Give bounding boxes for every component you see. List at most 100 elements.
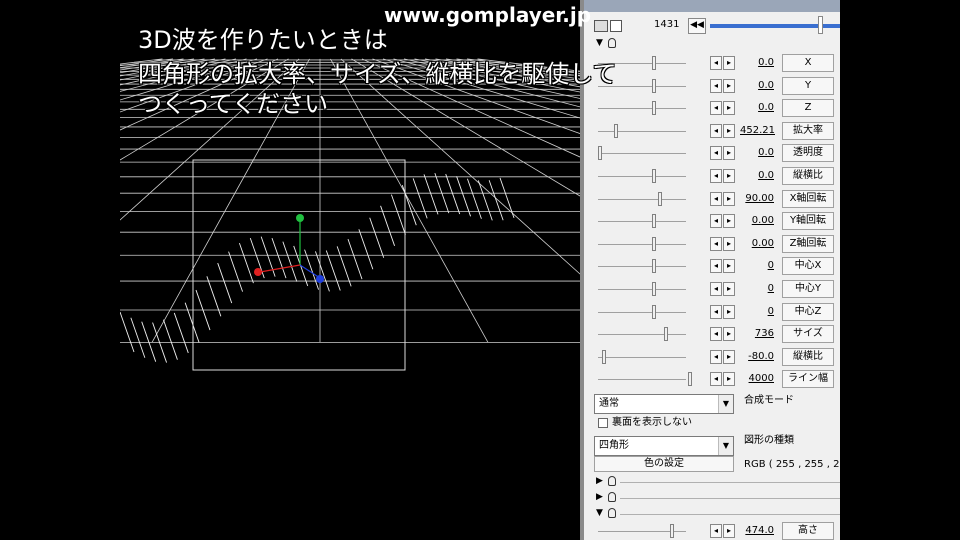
- slider-track[interactable]: [598, 379, 686, 381]
- slider-track[interactable]: [598, 356, 686, 358]
- arrow-left-icon[interactable]: ◂: [710, 56, 722, 70]
- param-value[interactable]: 452.21: [740, 124, 775, 138]
- expand-arrow-icon[interactable]: ▶: [596, 492, 603, 502]
- arrow-right-icon[interactable]: ▸: [723, 146, 735, 161]
- stepper-arrows[interactable]: ◂ ▸: [710, 236, 736, 251]
- arrow-left-icon[interactable]: ◂: [710, 372, 722, 387]
- slider-track[interactable]: [598, 176, 686, 177]
- collapse-arrow-icon[interactable]: ▼: [596, 508, 603, 518]
- arrow-left-icon[interactable]: ◂: [710, 282, 722, 296]
- param-value[interactable]: 0.0: [740, 79, 774, 93]
- slider-thumb[interactable]: [652, 56, 656, 70]
- param-label-button[interactable]: 中心X: [782, 257, 834, 276]
- param-label-button[interactable]: Y: [782, 76, 834, 95]
- param-label-button[interactable]: Z軸回転: [782, 234, 834, 253]
- backface-checkbox[interactable]: [598, 418, 608, 428]
- param-label-button[interactable]: ライン幅: [782, 370, 834, 389]
- param-label-button[interactable]: Y軸回転: [782, 212, 834, 231]
- gizmo-handle[interactable]: [296, 214, 304, 222]
- slider-track[interactable]: [598, 266, 686, 268]
- param-value[interactable]: 474.0: [740, 524, 774, 538]
- param-label-button[interactable]: 透明度: [782, 144, 834, 163]
- slider-thumb[interactable]: [602, 349, 606, 364]
- expand-arrow-icon[interactable]: ▶: [596, 476, 603, 486]
- slider-thumb[interactable]: [652, 282, 656, 296]
- slider-thumb[interactable]: [670, 524, 674, 538]
- slider-thumb[interactable]: [652, 259, 656, 274]
- stepper-arrows[interactable]: ◂ ▸: [710, 123, 736, 138]
- param-value[interactable]: 90.00: [740, 192, 774, 206]
- slider-track[interactable]: [598, 108, 686, 110]
- stepper-arrows[interactable]: ◂ ▸: [710, 146, 736, 161]
- stepper-arrows[interactable]: ◂ ▸: [710, 56, 736, 70]
- toggle-checkbox[interactable]: [610, 20, 622, 32]
- stepper-arrows[interactable]: ◂ ▸: [710, 101, 736, 116]
- arrow-right-icon[interactable]: ▸: [723, 282, 735, 296]
- slider-track[interactable]: [598, 289, 686, 290]
- slider-thumb[interactable]: [652, 214, 656, 229]
- param-value[interactable]: 0: [740, 282, 774, 296]
- param-label-button[interactable]: 拡大率: [782, 121, 834, 140]
- arrow-right-icon[interactable]: ▸: [723, 304, 735, 319]
- stepper-arrows[interactable]: ◂ ▸: [710, 214, 736, 229]
- arrow-left-icon[interactable]: ◂: [710, 524, 722, 538]
- arrow-left-icon[interactable]: ◂: [710, 214, 722, 229]
- arrow-left-icon[interactable]: ◂: [710, 327, 722, 342]
- arrow-right-icon[interactable]: ▸: [723, 78, 735, 93]
- blend-mode-select[interactable]: 通常 ▼: [594, 394, 734, 414]
- gizmo-handle[interactable]: [316, 275, 324, 283]
- arrow-right-icon[interactable]: ▸: [723, 56, 735, 70]
- arrow-right-icon[interactable]: ▸: [723, 169, 735, 183]
- arrow-left-icon[interactable]: ◂: [710, 304, 722, 319]
- arrow-right-icon[interactable]: ▸: [723, 123, 735, 138]
- arrow-left-icon[interactable]: ◂: [710, 123, 722, 138]
- param-label-button[interactable]: Z: [782, 99, 834, 118]
- arrow-right-icon[interactable]: ▸: [723, 101, 735, 116]
- slider-track[interactable]: [598, 243, 686, 245]
- param-value[interactable]: -80.0: [740, 350, 774, 364]
- slider-thumb[interactable]: [652, 101, 656, 116]
- stepper-arrows[interactable]: ◂ ▸: [710, 304, 736, 319]
- arrow-left-icon[interactable]: ◂: [710, 191, 722, 206]
- slider-track[interactable]: [598, 153, 686, 155]
- arrow-right-icon[interactable]: ▸: [723, 372, 735, 387]
- param-label-button[interactable]: 縦横比: [782, 347, 834, 366]
- slider-thumb[interactable]: [652, 304, 656, 319]
- slider-thumb[interactable]: [664, 327, 668, 342]
- param-value[interactable]: 0.0: [740, 101, 774, 115]
- slider-track[interactable]: [598, 221, 686, 223]
- arrow-right-icon[interactable]: ▸: [723, 524, 735, 538]
- stepper-arrows[interactable]: ◂ ▸: [710, 78, 736, 93]
- arrow-left-icon[interactable]: ◂: [710, 236, 722, 251]
- param-value[interactable]: 0: [740, 305, 774, 319]
- stepper-arrows[interactable]: ◂ ▸: [710, 191, 736, 206]
- arrow-right-icon[interactable]: ▸: [723, 259, 735, 274]
- param-label-button[interactable]: 中心Y: [782, 280, 834, 298]
- stepper-arrows[interactable]: ◂ ▸: [710, 524, 736, 538]
- slider-track[interactable]: [598, 198, 686, 200]
- param-value[interactable]: 0.0: [740, 146, 774, 160]
- arrow-left-icon[interactable]: ◂: [710, 101, 722, 116]
- arrow-right-icon[interactable]: ▸: [723, 349, 735, 364]
- param-label-button[interactable]: サイズ: [782, 325, 834, 344]
- slider-thumb[interactable]: [652, 236, 656, 251]
- arrow-right-icon[interactable]: ▸: [723, 327, 735, 342]
- param-label-button[interactable]: 高さ: [782, 522, 834, 540]
- stepper-arrows[interactable]: ◂ ▸: [710, 327, 736, 342]
- slider-thumb[interactable]: [658, 191, 662, 206]
- gizmo-handle[interactable]: [254, 268, 262, 276]
- slider-track[interactable]: [598, 130, 686, 132]
- param-value[interactable]: 0.0: [740, 56, 774, 70]
- stepper-arrows[interactable]: ◂ ▸: [710, 259, 736, 274]
- arrow-right-icon[interactable]: ▸: [723, 191, 735, 206]
- rewind-button[interactable]: ◀◀: [688, 18, 706, 34]
- stepper-arrows[interactable]: ◂ ▸: [710, 169, 736, 183]
- param-label-button[interactable]: X軸回転: [782, 189, 834, 208]
- param-value[interactable]: 0.00: [740, 214, 774, 228]
- param-label-button[interactable]: 中心Z: [782, 302, 834, 321]
- slider-track[interactable]: [598, 334, 686, 336]
- color-settings-button[interactable]: 色の設定: [594, 456, 734, 472]
- arrow-left-icon[interactable]: ◂: [710, 78, 722, 93]
- slider-thumb[interactable]: [688, 372, 692, 387]
- slider-thumb[interactable]: [652, 78, 656, 93]
